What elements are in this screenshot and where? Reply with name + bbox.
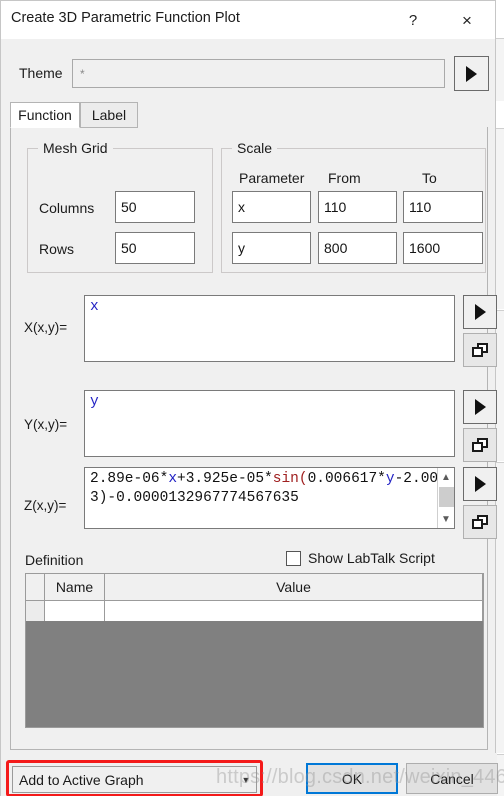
z-function-input[interactable]: 2.89e-06*x+3.925e-05*sin(0.006617*y-2.00… <box>84 467 455 529</box>
z-function-scrollbar[interactable]: ▲ ▼ <box>437 468 454 528</box>
scroll-down-icon[interactable]: ▼ <box>438 511 454 527</box>
columns-label: Columns <box>39 200 95 216</box>
y-function-expand-button[interactable] <box>463 428 497 462</box>
show-labtalk-script-checkbox[interactable]: Show LabTalk Script <box>286 550 435 566</box>
tab-strip-filler <box>138 102 488 129</box>
add-to-active-graph-dropdown[interactable]: Add to Active Graph ▼ <box>12 766 257 793</box>
y-function-label: Y(x,y)= <box>24 417 68 432</box>
function-tab-page: Mesh Grid Columns Rows Scale Parameter F… <box>10 127 497 750</box>
scale-parameter-input-1[interactable] <box>232 191 311 223</box>
checkbox-icon[interactable] <box>286 550 301 566</box>
z-function-menu-button[interactable] <box>463 467 497 501</box>
z-function-expand-button[interactable] <box>463 505 497 539</box>
ok-button[interactable]: OK <box>306 763 398 794</box>
triangle-right-icon <box>474 399 486 415</box>
table-header-row: Name Value <box>26 574 483 601</box>
table-header-name: Name <box>45 574 105 600</box>
scale-header-to: To <box>422 170 437 186</box>
tab-function-label: Function <box>18 107 72 123</box>
chevron-down-icon[interactable]: ▼ <box>236 775 256 785</box>
theme-label: Theme <box>19 65 63 81</box>
scale-legend: Scale <box>232 140 278 156</box>
scale-to-input-1[interactable] <box>403 191 483 223</box>
table-row[interactable] <box>26 601 483 621</box>
scale-from-input-2[interactable] <box>318 232 397 264</box>
mesh-grid-legend: Mesh Grid <box>38 140 113 156</box>
question-mark-icon: ? <box>408 11 418 29</box>
x-function-input[interactable]: x <box>84 295 455 362</box>
definition-table[interactable]: Name Value <box>25 573 484 728</box>
theme-menu-button[interactable] <box>454 56 489 91</box>
copy-windows-icon <box>472 438 488 452</box>
triangle-right-icon <box>466 65 477 82</box>
scale-parameter-input-2[interactable] <box>232 232 311 264</box>
scale-header-from: From <box>328 170 361 186</box>
scale-from-input-1[interactable] <box>318 191 397 223</box>
y-function-menu-button[interactable] <box>463 390 497 424</box>
y-function-value: y <box>90 394 99 410</box>
create-3d-parametric-function-plot-dialog: Create 3D Parametric Function Plot ? × T… <box>0 0 498 796</box>
tab-strip: Function Label <box>10 102 488 129</box>
rows-label: Rows <box>39 241 75 257</box>
copy-windows-icon <box>472 343 488 357</box>
table-cell-value[interactable] <box>105 601 483 621</box>
show-labtalk-script-label: Show LabTalk Script <box>308 550 435 566</box>
ok-button-label: OK <box>341 770 363 787</box>
copy-windows-icon <box>472 515 488 529</box>
screenshot-root: Create 3D Parametric Function Plot ? × T… <box>0 0 504 796</box>
triangle-right-icon <box>474 304 486 320</box>
theme-input[interactable] <box>72 59 445 88</box>
scrollbar-thumb[interactable] <box>439 487 454 507</box>
tab-label[interactable]: Label <box>80 102 138 128</box>
tab-function[interactable]: Function <box>10 102 80 128</box>
table-header-index <box>26 574 45 600</box>
scale-to-input-2[interactable] <box>403 232 483 264</box>
close-icon: × <box>462 10 472 30</box>
cancel-button-label: Cancel <box>430 770 474 787</box>
z-function-label: Z(x,y)= <box>24 498 67 513</box>
rows-input[interactable] <box>115 232 195 264</box>
triangle-right-icon <box>474 476 486 492</box>
y-function-input[interactable]: y <box>84 390 455 457</box>
table-cell-name[interactable] <box>45 601 105 621</box>
title-bar: Create 3D Parametric Function Plot ? × <box>1 1 495 39</box>
columns-input[interactable] <box>115 191 195 223</box>
x-function-value: x <box>90 299 99 315</box>
table-cell-index <box>26 601 45 621</box>
table-header-value: Value <box>105 574 483 600</box>
y-function-code: y <box>85 391 454 412</box>
x-function-menu-button[interactable] <box>463 295 497 329</box>
add-to-active-graph-value: Add to Active Graph <box>19 771 144 788</box>
close-button[interactable]: × <box>445 1 489 39</box>
tab-label-label: Label <box>91 107 127 123</box>
help-button[interactable]: ? <box>391 1 435 39</box>
x-function-code: x <box>85 296 454 317</box>
cancel-button[interactable]: Cancel <box>406 763 498 794</box>
scale-header-parameter: Parameter <box>239 170 305 186</box>
x-function-expand-button[interactable] <box>463 333 497 367</box>
definition-label: Definition <box>25 552 84 568</box>
page-title: Create 3D Parametric Function Plot <box>11 10 240 26</box>
z-function-code: 2.89e-06*x+3.925e-05*sin(0.006617*y-2.00… <box>90 471 439 506</box>
x-function-label: X(x,y)= <box>24 320 68 335</box>
scroll-up-icon[interactable]: ▲ <box>438 469 454 485</box>
